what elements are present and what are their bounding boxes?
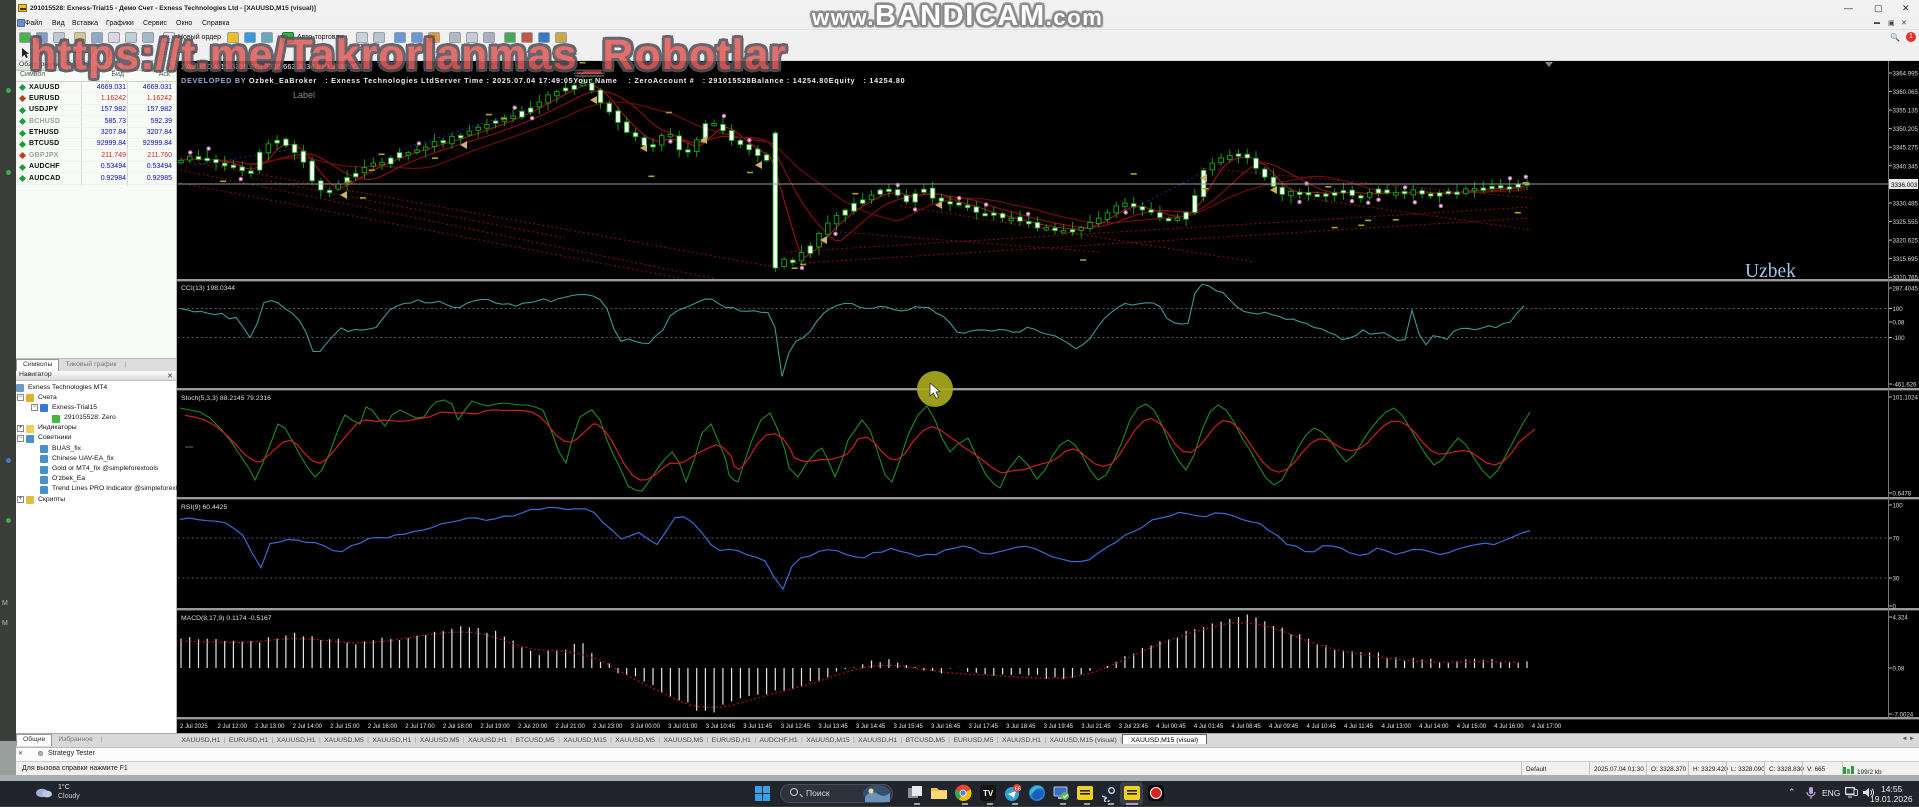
svg-text:3325.555: 3325.555 [1893, 219, 1919, 226]
svg-text:4 Jul 11:45: 4 Jul 11:45 [1344, 724, 1374, 730]
svg-text:-7.0024: -7.0024 [1893, 712, 1914, 719]
svg-text:CCI(13) 198.0344: CCI(13) 198.0344 [181, 285, 235, 292]
svg-text:3 Jul 16:45: 3 Jul 16:45 [931, 724, 961, 730]
svg-text:Uzbek: Uzbek [1745, 261, 1796, 282]
svg-text:2 Jul 13:00: 2 Jul 13:00 [255, 724, 285, 730]
svg-text:2 Jul 12:00: 2 Jul 12:00 [218, 724, 248, 730]
svg-text:3364.995: 3364.995 [1893, 71, 1919, 78]
svg-text:2 Jul 19:00: 2 Jul 19:00 [480, 724, 510, 730]
svg-text:3336.003: 3336.003 [1891, 182, 1918, 189]
svg-text:3 Jul 23:45: 3 Jul 23:45 [1119, 724, 1149, 730]
svg-text:2 Jul 23:00: 2 Jul 23:00 [593, 724, 623, 730]
svg-text:3 Jul 01:00: 3 Jul 01:00 [668, 724, 698, 730]
svg-text:287.4045: 287.4045 [1893, 286, 1919, 293]
svg-text:4 Jul 00:45: 4 Jul 00:45 [1156, 724, 1186, 730]
svg-text:3 Jul 00:00: 3 Jul 00:00 [631, 724, 661, 730]
svg-text:Label: Label [293, 90, 315, 100]
svg-text:4 Jul 13:00: 4 Jul 13:00 [1382, 724, 1412, 730]
svg-text:3 Jul 21:45: 3 Jul 21:45 [1081, 724, 1111, 730]
svg-text:0.08: 0.08 [1893, 666, 1905, 673]
svg-text:2 Jul 16:00: 2 Jul 16:00 [368, 724, 398, 730]
svg-text:3350.205: 3350.205 [1893, 126, 1919, 133]
svg-text:-461.626: -461.626 [1893, 382, 1918, 389]
svg-text:4 Jul 17:00: 4 Jul 17:00 [1532, 724, 1562, 730]
svg-text:RSI(9) 60.4425: RSI(9) 60.4425 [181, 504, 227, 511]
svg-text:100: 100 [1893, 306, 1904, 313]
svg-text:4 Jul 15:00: 4 Jul 15:00 [1457, 724, 1487, 730]
svg-text:2 Jul 14:00: 2 Jul 14:00 [293, 724, 323, 730]
svg-text:4 Jul 10:45: 4 Jul 10:45 [1307, 724, 1337, 730]
svg-text:4 Jul 08:45: 4 Jul 08:45 [1231, 724, 1261, 730]
svg-text:3 Jul 17:45: 3 Jul 17:45 [969, 724, 999, 730]
svg-text:4 Jul 09:45: 4 Jul 09:45 [1269, 724, 1299, 730]
svg-text:4 Jul 16:00: 4 Jul 16:00 [1494, 724, 1524, 730]
svg-text:3360.065: 3360.065 [1893, 89, 1919, 96]
svg-text:4.324: 4.324 [1893, 615, 1909, 622]
svg-text:4 Jul 14:00: 4 Jul 14:00 [1419, 724, 1449, 730]
svg-text:Stoch(5,3,3) 88.2145 79.2316: Stoch(5,3,3) 88.2145 79.2316 [181, 395, 271, 402]
svg-text:2 Jul 18:00: 2 Jul 18:00 [443, 724, 473, 730]
svg-text:3 Jul 10:45: 3 Jul 10:45 [706, 724, 736, 730]
svg-text:0.6478: 0.6478 [1893, 491, 1912, 498]
svg-text:MACD(8,17,9) 0.1174 -0.5167: MACD(8,17,9) 0.1174 -0.5167 [181, 615, 272, 622]
svg-text:3 Jul 15:45: 3 Jul 15:45 [893, 724, 923, 730]
svg-text:3 Jul 18:45: 3 Jul 18:45 [1006, 724, 1036, 730]
svg-text:66: 66 [1015, 787, 1021, 793]
svg-text:3345.275: 3345.275 [1893, 145, 1919, 152]
svg-text:3310.765: 3310.765 [1893, 275, 1919, 282]
svg-text:3315.695: 3315.695 [1893, 256, 1919, 263]
svg-text:3 Jul 19:45: 3 Jul 19:45 [1044, 724, 1074, 730]
svg-text:2 Jul 21:00: 2 Jul 21:00 [556, 724, 586, 730]
svg-text:3355.135: 3355.135 [1893, 108, 1919, 115]
svg-text:3330.485: 3330.485 [1893, 201, 1919, 208]
svg-text:3340.345: 3340.345 [1893, 163, 1919, 170]
svg-text:3 Jul 12:45: 3 Jul 12:45 [781, 724, 811, 730]
svg-text:3 Jul 14:45: 3 Jul 14:45 [856, 724, 886, 730]
svg-text:3320.625: 3320.625 [1893, 238, 1919, 245]
svg-text:101.1024: 101.1024 [1893, 395, 1919, 402]
svg-text:4 Jul 01:45: 4 Jul 01:45 [1194, 724, 1224, 730]
svg-text:3 Jul 13:45: 3 Jul 13:45 [818, 724, 848, 730]
svg-text:0.08: 0.08 [1893, 320, 1905, 327]
svg-text:2 Jul 20:00: 2 Jul 20:00 [518, 724, 548, 730]
svg-text:100: 100 [1893, 503, 1904, 510]
svg-text:70: 70 [1893, 536, 1900, 543]
svg-text:2 Jul 15:00: 2 Jul 15:00 [330, 724, 360, 730]
svg-text:2 Jul 2025: 2 Jul 2025 [180, 724, 208, 730]
svg-text:3 Jul 11:45: 3 Jul 11:45 [743, 724, 773, 730]
svg-text:-100: -100 [1893, 335, 1906, 342]
svg-text:TV: TV [983, 789, 994, 798]
svg-text:30: 30 [1893, 576, 1900, 583]
svg-text:2 Jul 17:00: 2 Jul 17:00 [405, 724, 435, 730]
